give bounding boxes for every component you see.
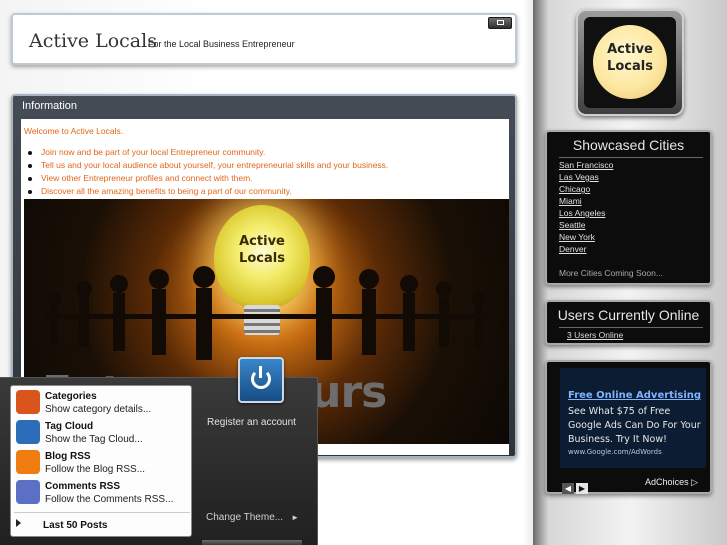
menu-item-subtitle: Follow the Blog RSS... — [45, 464, 146, 475]
ad-url[interactable]: www.Google.com/AdWords — [568, 448, 662, 456]
city-link[interactable]: New York — [559, 231, 613, 243]
change-theme-label: Change Theme... — [206, 512, 284, 523]
menu-item-title: Categories — [45, 391, 97, 402]
power-icon-stem — [259, 366, 262, 378]
chevron-right-icon: ► — [291, 513, 300, 522]
next-ad-button[interactable]: ▶ — [576, 483, 588, 494]
ad-body-text: See What $75 of Free Google Ads Can Do F… — [568, 406, 701, 445]
tag-icon — [16, 420, 40, 444]
ad-navigation: ◀ ▶ — [562, 476, 590, 495]
showcased-cities-panel: Showcased Cities San Francisco Las Vegas… — [545, 130, 712, 285]
menu-item-title: Blog RSS — [45, 451, 91, 462]
menu-item-categories[interactable]: Categories Show category details... — [14, 388, 190, 418]
list-item: Discover all the amazing benefits to bei… — [27, 185, 388, 198]
city-link[interactable]: Los Angeles — [559, 207, 613, 219]
taskbar-strip — [202, 540, 302, 545]
ad-title-link[interactable]: Free Online Advertising — [568, 390, 701, 401]
logo-text: Active Locals — [607, 42, 653, 74]
window-icon — [497, 20, 504, 25]
register-account-link[interactable]: Register an account — [207, 417, 296, 428]
advertisement-panel: Free Online Advertising See What $75 of … — [545, 360, 712, 494]
site-header: Active Locals For the Local Business Ent… — [11, 13, 517, 65]
users-online-panel: Users Currently Online 3 Users Online — [545, 300, 712, 345]
list-item: Join now and be part of your local Entre… — [27, 146, 388, 159]
adchoices-link[interactable]: AdChoices ▷ — [645, 477, 698, 488]
menu-item-title: Tag Cloud — [45, 421, 94, 432]
menu-item-comments-rss[interactable]: Comments RSS Follow the Comments RSS... — [14, 478, 190, 508]
city-link[interactable]: Denver — [559, 243, 613, 255]
benefits-list: Join now and be part of your local Entre… — [27, 146, 388, 198]
users-online-link[interactable]: 3 Users Online — [567, 330, 623, 340]
city-link[interactable]: Las Vegas — [559, 171, 613, 183]
showcased-cities-title: Showcased Cities — [572, 137, 685, 153]
list-item: View other Entrepreneur profiles and con… — [27, 172, 388, 185]
menu-item-subtitle: Show category details... — [45, 404, 152, 415]
minimize-button[interactable] — [488, 17, 512, 29]
city-link[interactable]: Chicago — [559, 183, 613, 195]
menu-item-subtitle: Follow the Comments RSS... — [45, 494, 174, 505]
prev-ad-button[interactable]: ◀ — [562, 483, 574, 494]
rss-icon — [16, 450, 40, 474]
menu-item-blog-rss[interactable]: Blog RSS Follow the Blog RSS... — [14, 448, 190, 478]
logo-frame: Active Locals — [584, 17, 676, 108]
users-online-title: Users Currently Online — [557, 307, 700, 323]
change-theme-button[interactable]: Change Theme... ► — [206, 512, 299, 523]
welcome-text: Welcome to Active Locals. — [24, 126, 124, 136]
last-posts-label: Last 50 Posts — [43, 520, 108, 531]
city-link[interactable]: Seattle — [559, 219, 613, 231]
menu-item-subtitle: Show the Tag Cloud... — [45, 434, 143, 445]
city-link[interactable]: Miami — [559, 195, 613, 207]
comments-rss-icon — [16, 480, 40, 504]
more-cities-text: More Cities Coming Soon... — [559, 268, 663, 278]
site-tagline: For the Local Business Entrepreneur — [148, 39, 295, 49]
menu-item-title: Comments RSS — [45, 481, 121, 492]
cities-list: San Francisco Las Vegas Chicago Miami Lo… — [559, 159, 613, 255]
logo-badge[interactable]: Active Locals — [576, 9, 684, 116]
city-link[interactable]: San Francisco — [559, 159, 613, 171]
caret-right-icon — [16, 519, 21, 527]
power-button[interactable] — [238, 357, 284, 403]
information-panel-title: Information — [22, 100, 78, 112]
site-title[interactable]: Active Locals — [29, 30, 157, 52]
ad-content[interactable]: Free Online Advertising See What $75 of … — [560, 368, 706, 468]
last-posts-item[interactable]: Last 50 Posts — [10, 508, 192, 536]
divider — [559, 157, 703, 158]
list-item: Tell us and your local audience about yo… — [27, 159, 388, 172]
categories-icon — [16, 390, 40, 414]
divider — [559, 327, 703, 328]
menu-item-tag-cloud[interactable]: Tag Cloud Show the Tag Cloud... — [14, 418, 190, 448]
